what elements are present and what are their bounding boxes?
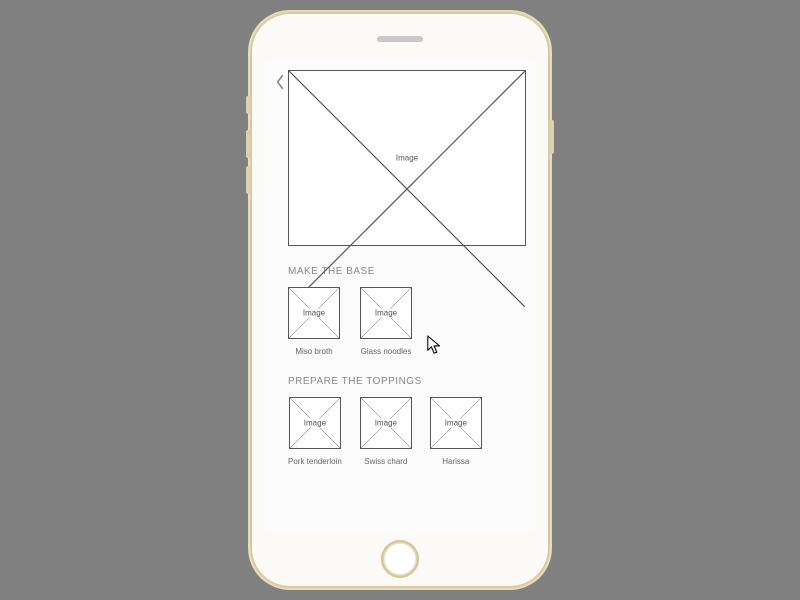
placeholder-label: Image bbox=[441, 419, 471, 428]
ingredient-image-placeholder: Image bbox=[289, 397, 341, 449]
ingredient-card[interactable]: Image Swiss chard bbox=[360, 397, 412, 466]
ingredient-card[interactable]: Image Harissa bbox=[430, 397, 482, 466]
ingredient-caption: Harissa bbox=[442, 457, 469, 466]
ingredient-image-placeholder: Image bbox=[360, 287, 412, 339]
ingredient-caption: Glass noodles bbox=[361, 347, 412, 356]
ingredient-image-placeholder: Image bbox=[430, 397, 482, 449]
phone-frame: Image MAKE THE BASE Image Miso broth bbox=[250, 12, 550, 588]
base-row: Image Miso broth Image Glass noodles bbox=[288, 287, 526, 356]
ingredient-caption: Swiss chard bbox=[364, 457, 407, 466]
ingredient-caption: Miso broth bbox=[295, 347, 332, 356]
content-scroll[interactable]: Image MAKE THE BASE Image Miso broth bbox=[288, 66, 526, 532]
volume-down-button[interactable] bbox=[246, 166, 250, 194]
volume-up-button[interactable] bbox=[246, 130, 250, 158]
section-title: MAKE THE BASE bbox=[288, 266, 526, 277]
placeholder-label: Image bbox=[392, 154, 422, 163]
mute-switch[interactable] bbox=[246, 96, 250, 114]
chevron-left-icon bbox=[274, 74, 286, 90]
ingredient-caption: Pork tenderloin bbox=[288, 457, 342, 466]
toppings-row: Image Pork tenderloin Image Swiss chard bbox=[288, 397, 526, 466]
placeholder-label: Image bbox=[299, 309, 329, 318]
ingredient-card[interactable]: Image Miso broth bbox=[288, 287, 340, 356]
placeholder-label: Image bbox=[300, 419, 330, 428]
placeholder-label: Image bbox=[371, 309, 401, 318]
power-button[interactable] bbox=[550, 120, 554, 154]
screen: Image MAKE THE BASE Image Miso broth bbox=[264, 60, 536, 532]
ingredient-card[interactable]: Image Glass noodles bbox=[360, 287, 412, 356]
ingredient-card[interactable]: Image Pork tenderloin bbox=[288, 397, 342, 466]
home-button[interactable] bbox=[381, 540, 419, 578]
phone-speaker bbox=[377, 36, 423, 42]
ingredient-image-placeholder: Image bbox=[288, 287, 340, 339]
placeholder-label: Image bbox=[371, 419, 401, 428]
ingredient-image-placeholder: Image bbox=[360, 397, 412, 449]
section-title: PREPARE THE TOPPINGS bbox=[288, 376, 526, 387]
hero-image-placeholder[interactable]: Image bbox=[288, 70, 526, 246]
